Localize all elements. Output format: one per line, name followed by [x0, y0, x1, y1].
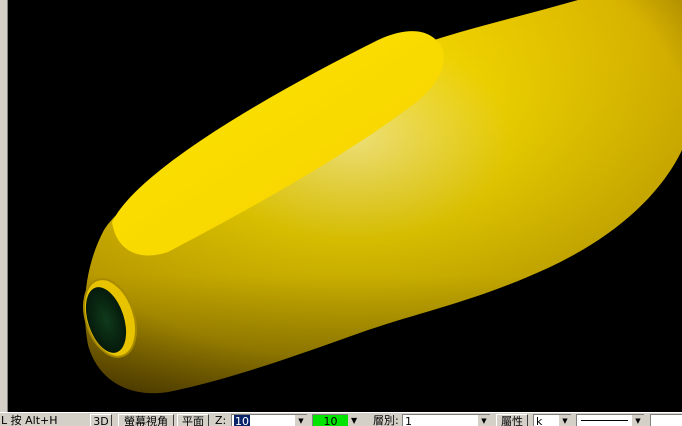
- chevron-down-icon[interactable]: ▼: [294, 415, 307, 426]
- left-frame-edge: [0, 0, 8, 412]
- layer-value: 1: [405, 415, 412, 426]
- plane-button[interactable]: 平面: [177, 414, 209, 426]
- attribute-value: k: [536, 415, 543, 426]
- hint-text: L 按 Alt+H: [1, 414, 58, 426]
- attribute-button[interactable]: 屬性: [496, 414, 528, 426]
- line-style-sample: [581, 420, 628, 421]
- line-style-select[interactable]: ▼: [576, 414, 644, 426]
- perspective-button[interactable]: 螢幕視角: [118, 414, 174, 426]
- attribute-select[interactable]: k ▼: [533, 414, 571, 426]
- z-input[interactable]: 10 ▼: [231, 414, 307, 426]
- color-indicator[interactable]: 10: [312, 414, 348, 426]
- chevron-down-icon[interactable]: ▼: [631, 415, 644, 426]
- view-3d-button[interactable]: 3D: [90, 414, 112, 426]
- chevron-down-icon[interactable]: ▼: [558, 415, 571, 426]
- z-value: 10: [234, 415, 250, 426]
- 3d-viewport[interactable]: [8, 0, 682, 412]
- cad-application: L 按 Alt+H 3D 螢幕視角 平面 Z: 10 ▼ 10 ▼ 層別: 1 …: [0, 0, 682, 426]
- chevron-down-icon[interactable]: ▼: [477, 415, 490, 426]
- layer-select[interactable]: 1 ▼: [402, 414, 490, 426]
- triangle-down-icon[interactable]: ▼: [350, 414, 362, 426]
- shoe-last-3d-model: [83, 0, 682, 394]
- status-bar: L 按 Alt+H 3D 螢幕視角 平面 Z: 10 ▼ 10 ▼ 層別: 1 …: [0, 412, 682, 426]
- layer-label: 層別:: [373, 414, 399, 426]
- line-width-field[interactable]: [650, 414, 682, 426]
- z-label: Z:: [215, 414, 227, 426]
